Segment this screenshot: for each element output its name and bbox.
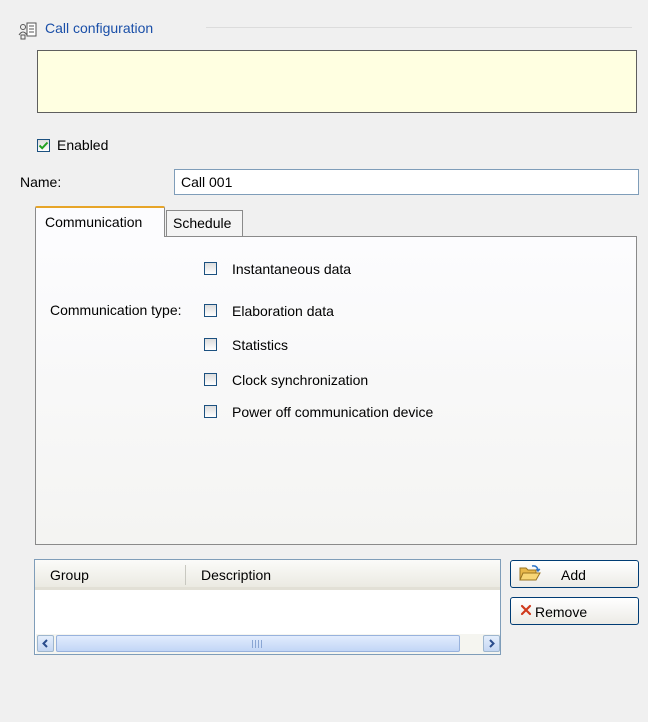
communication-type-label: Communication type:: [50, 302, 182, 318]
call-config-icon: [18, 21, 38, 41]
add-button[interactable]: Add: [510, 560, 639, 588]
chevron-right-icon: [489, 639, 495, 648]
group-list[interactable]: Group Description: [34, 559, 501, 655]
statistics-label[interactable]: Statistics: [232, 337, 288, 353]
scroll-thumb[interactable]: [56, 635, 460, 652]
column-divider[interactable]: [185, 565, 186, 585]
power-off-device-checkbox[interactable]: [204, 405, 217, 418]
add-button-label: Add: [561, 567, 586, 583]
column-header-group[interactable]: Group: [50, 567, 89, 583]
list-header: Group Description: [35, 560, 500, 590]
enabled-label[interactable]: Enabled: [57, 137, 108, 153]
remove-x-icon: [520, 604, 532, 616]
tab-schedule-label: Schedule: [173, 215, 232, 231]
elaboration-data-checkbox[interactable]: [204, 304, 217, 317]
clock-synchronization-label[interactable]: Clock synchronization: [232, 372, 368, 388]
checkmark-icon: [38, 141, 49, 150]
column-header-description[interactable]: Description: [201, 567, 271, 583]
remove-button-label: Remove: [535, 604, 588, 620]
instantaneous-data-checkbox[interactable]: [204, 262, 217, 275]
chevron-left-icon: [42, 639, 48, 648]
open-folder-icon: [519, 565, 541, 581]
remove-button[interactable]: Remove: [510, 597, 639, 625]
tab-schedule[interactable]: Schedule: [166, 210, 243, 236]
enabled-checkbox[interactable]: [37, 139, 50, 152]
elaboration-data-label[interactable]: Elaboration data: [232, 303, 334, 319]
message-box: [37, 50, 637, 113]
name-label: Name:: [20, 174, 62, 190]
scroll-right-button[interactable]: [483, 635, 500, 652]
power-off-device-label[interactable]: Power off communication device: [232, 404, 433, 420]
scroll-left-button[interactable]: [37, 635, 54, 652]
scroll-grip: [252, 640, 264, 648]
clock-synchronization-checkbox[interactable]: [204, 373, 217, 386]
tab-communication[interactable]: Communication: [35, 206, 165, 237]
horizontal-scrollbar[interactable]: [36, 634, 500, 654]
statistics-checkbox[interactable]: [204, 338, 217, 351]
name-input[interactable]: [174, 169, 639, 195]
communication-tab-panel: [35, 236, 637, 545]
instantaneous-data-label[interactable]: Instantaneous data: [232, 261, 351, 277]
header-divider: [206, 27, 632, 28]
tab-communication-label: Communication: [45, 214, 143, 230]
section-title: Call configuration: [45, 20, 154, 36]
